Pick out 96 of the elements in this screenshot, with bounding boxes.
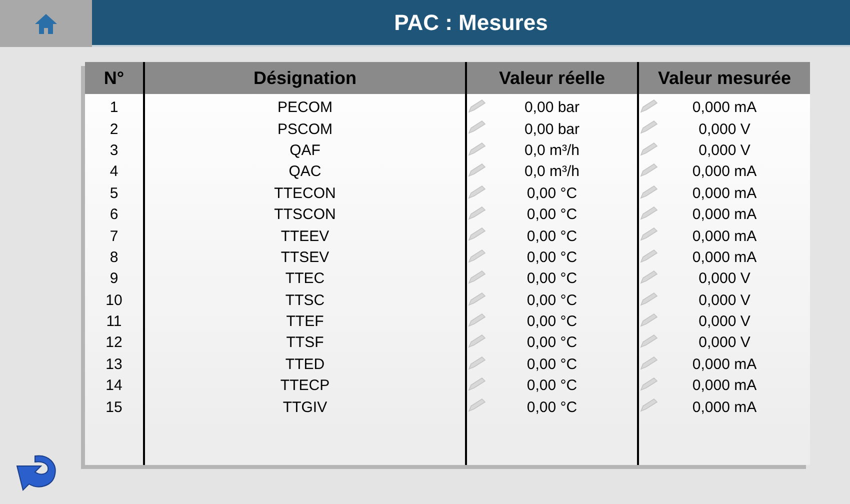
pencil-icon	[468, 248, 486, 263]
pencil-icon	[640, 142, 658, 156]
table-cell: 0,00 °C	[526, 271, 578, 286]
table-cell: 2	[110, 122, 118, 137]
table-cell: 0,000 V	[698, 314, 750, 330]
table-cell: TTSEV	[280, 250, 330, 265]
pencil-icon	[468, 142, 486, 156]
pencil-icon	[640, 312, 658, 327]
table-cell: 11	[106, 314, 122, 330]
table-cell: PSCOM	[277, 122, 332, 137]
table-cell: TTEC	[285, 271, 325, 286]
table-cell: 0,00 °C	[526, 186, 578, 201]
column-header: N°	[104, 66, 124, 90]
table-cell: QAF	[290, 142, 320, 158]
table-cell: 4	[110, 164, 118, 180]
table-cell: TTSCON	[274, 207, 336, 222]
table-cell: 14	[106, 378, 122, 394]
table-cell: 0,000 mA	[692, 250, 757, 265]
table-cell: 0,000 mA	[692, 356, 757, 372]
table-cell: QAC	[288, 164, 322, 180]
table-cell: 0,00 °C	[526, 207, 578, 222]
pencil-icon	[468, 312, 486, 327]
pencil-icon	[468, 356, 486, 370]
table-cell: 0,0 m³/h	[524, 142, 580, 158]
table-cell: 0,000 mA	[692, 400, 757, 415]
pencil-icon	[468, 334, 486, 348]
table-cell: 0,00 °C	[526, 228, 578, 244]
page-title: PAC : Mesures	[394, 9, 548, 37]
column-header: Désignation	[253, 66, 356, 90]
table-cell: 10	[106, 292, 122, 308]
pencil-icon	[468, 377, 486, 392]
home-icon	[34, 12, 58, 36]
pencil-icon	[640, 356, 658, 370]
table-cell: 8	[110, 250, 118, 265]
table-cell: 5	[110, 186, 118, 201]
table-cell: 12	[106, 335, 122, 350]
table-cell: TTSF	[286, 335, 324, 350]
table-cell: 0,00 °C	[526, 314, 578, 330]
table-cell: 7	[110, 228, 118, 244]
pencil-icon	[640, 377, 658, 392]
pencil-icon	[468, 206, 486, 220]
pencil-icon	[640, 184, 658, 199]
table-cell: 0,000 mA	[692, 228, 757, 244]
pencil-icon	[640, 99, 658, 113]
pencil-icon	[640, 292, 658, 306]
pencil-icon	[640, 120, 658, 134]
pencil-icon	[640, 227, 658, 242]
pencil-icon	[468, 227, 486, 242]
table-cell: 0,000 mA	[692, 186, 757, 201]
pencil-icon	[640, 334, 658, 348]
table-cell: 1	[110, 100, 118, 116]
pencil-icon	[468, 270, 486, 284]
table-cell: 13	[106, 356, 122, 372]
table-cell: TTED	[285, 356, 325, 372]
pencil-icon	[640, 270, 658, 284]
column-header: Valeur réelle	[498, 66, 606, 90]
table-cell: 0,000 mA	[692, 378, 757, 394]
table-cell: 0,00 °C	[526, 378, 578, 394]
table-cell: 0,000 V	[698, 122, 750, 137]
table-cell: 0,00 bar	[524, 100, 580, 116]
table-cell: TTEF	[286, 314, 324, 330]
table-cell: TTECON	[274, 186, 336, 201]
table-cell: 0,00 °C	[526, 250, 578, 265]
column-header: Valeur mesurée	[658, 66, 792, 90]
table-cell: TTGIV	[282, 400, 328, 415]
pencil-icon	[468, 120, 486, 134]
table-cell: PECOM	[277, 100, 332, 116]
pencil-icon	[468, 163, 486, 178]
table-cell: 0,000 V	[698, 271, 750, 286]
table-cell: 0,000 mA	[692, 207, 757, 222]
table-cell: 0,000 V	[698, 335, 750, 350]
table-cell: 0,000 V	[698, 292, 750, 308]
table-cell: 0,00 °C	[526, 356, 578, 372]
pencil-icon	[640, 163, 658, 178]
pencil-icon	[640, 248, 658, 263]
table-cell: TTECP	[280, 378, 330, 394]
table-cell: 0,000 mA	[692, 164, 757, 180]
pencil-icon	[468, 398, 486, 412]
table-cell: TTSC	[285, 292, 325, 308]
table-cell: 0,000 mA	[692, 100, 757, 116]
table-cell: 0,00 °C	[526, 335, 578, 350]
pencil-icon	[468, 184, 486, 199]
table-cell: 15	[106, 400, 122, 415]
table-cell: 0,0 m³/h	[524, 164, 580, 180]
table-cell: 0,000 V	[698, 142, 750, 158]
table-cell: 0,00 °C	[526, 400, 578, 415]
table-cell: TTEEV	[280, 228, 330, 244]
table-cell: 6	[110, 207, 118, 222]
pencil-icon	[468, 99, 486, 113]
pencil-icon	[640, 398, 658, 412]
table-cell: 0,00 °C	[526, 292, 578, 308]
table-cell: 3	[110, 142, 118, 158]
table-cell: 0,00 bar	[524, 122, 580, 137]
pencil-icon	[468, 292, 486, 306]
pencil-icon	[640, 206, 658, 220]
table-cell: 9	[110, 271, 118, 286]
